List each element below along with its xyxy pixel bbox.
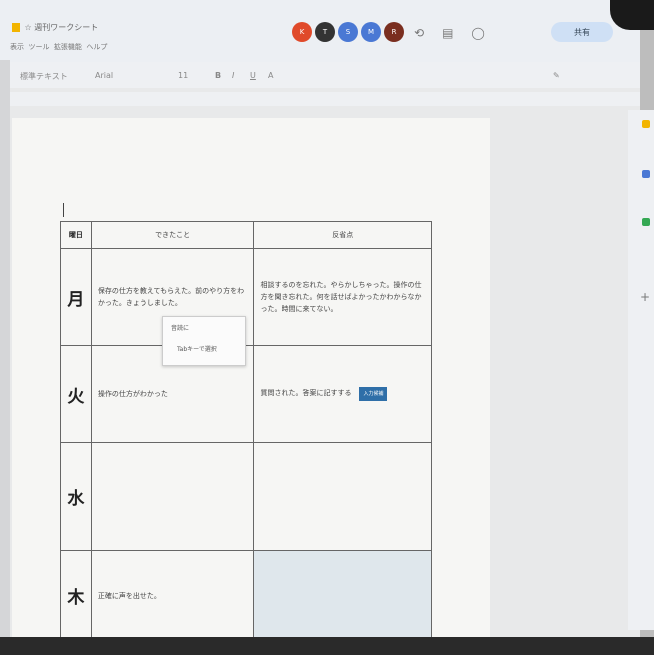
cell-text-span: 質問された。答案に記すする (260, 389, 352, 397)
style-select[interactable]: 標準テキスト (20, 71, 68, 82)
device-frame-corner (610, 0, 654, 30)
header-done: できたこと (90, 221, 255, 249)
cell-text: 保存の仕方を教えてもらえた。前のやり方をわかった。きょうしました。 (97, 287, 245, 307)
doc-title[interactable]: 週刊ワークシート (34, 23, 98, 32)
table-row: 木 正確に声を出せた。 (60, 550, 432, 641)
top-icons: ⟲ ▤ ◯ (414, 26, 485, 40)
header-day: 曜日 (60, 221, 92, 249)
cell-text (254, 592, 431, 600)
top-bar: ☆ 週刊ワークシート 表示 ツール 拡張機能 ヘルプ K T S M R ⟲ ▤… (0, 0, 654, 62)
share-button[interactable]: 共有 (551, 22, 613, 42)
device-frame-bottom (0, 637, 654, 655)
table-header-row: 曜日 できたこと 反省点 (60, 221, 432, 249)
suggestion-item[interactable]: 音読に (163, 317, 245, 338)
add-icon[interactable]: + (640, 290, 650, 304)
day-cell: 木 (60, 550, 92, 641)
avatar[interactable]: T (315, 22, 335, 42)
collaborator-avatars: K T S M R (292, 22, 404, 42)
reflection-cell[interactable] (253, 442, 432, 551)
italic-icon[interactable]: I (232, 71, 234, 80)
suggestion-popup: 音読に Tabキーで選択 (162, 316, 246, 366)
day-cell: 水 (60, 442, 92, 551)
menu-bar: 表示 ツール 拡張機能 ヘルプ (10, 42, 107, 52)
menu-tools[interactable]: ツール (28, 43, 49, 51)
cell-text (92, 493, 254, 501)
avatar[interactable]: S (338, 22, 358, 42)
comment-icon[interactable]: ▤ (442, 26, 453, 40)
day-cell: 火 (60, 345, 92, 443)
suggestion-hint: Tabキーで選択 (177, 346, 217, 353)
cell-text: 相談するのを忘れた。やらかしちゃった。操作の仕方を聞き忘れた。何を話せばよかった… (260, 281, 422, 313)
header-reflection: 反省点 (253, 221, 432, 249)
day-cell: 月 (60, 248, 92, 346)
cell-text: 質問された。答案に記すする 入力候補 (254, 383, 431, 405)
history-icon[interactable]: ⟲ (414, 26, 424, 40)
schedule-table: 曜日 できたこと 反省点 月 保存の仕方を教えてもらえた。前のやり方をわかった。… (60, 221, 432, 641)
suggestion-badge[interactable]: 入力候補 (359, 387, 388, 401)
text-color-icon[interactable]: A (268, 71, 273, 80)
avatar[interactable]: M (361, 22, 381, 42)
avatar[interactable]: K (292, 22, 312, 42)
ruler[interactable] (0, 92, 640, 106)
text-cursor (63, 203, 64, 217)
table-row: 水 (60, 442, 432, 551)
star-icon[interactable]: ☆ (25, 23, 32, 32)
cell-text: 正確に声を出せた。 (97, 591, 161, 600)
table-row: 月 保存の仕方を教えてもらえた。前のやり方をわかった。きょうしました。 相談する… (60, 248, 432, 346)
bold-icon[interactable]: B (215, 71, 221, 80)
format-toolbar: 標準テキスト Arial 11 B I U A ✎ (0, 62, 640, 88)
reflection-cell[interactable]: 相談するのを忘れた。やらかしちゃった。操作の仕方を聞き忘れた。何を話せばよかった… (253, 248, 432, 346)
tasks-icon[interactable] (642, 170, 650, 178)
keep-icon[interactable] (642, 120, 650, 128)
meet-icon[interactable]: ◯ (471, 26, 484, 40)
font-select[interactable]: Arial (95, 71, 113, 80)
doc-icon (12, 23, 20, 32)
maps-icon[interactable] (642, 218, 650, 226)
avatar[interactable]: R (384, 22, 404, 42)
underline-icon[interactable]: U (250, 71, 256, 80)
menu-view[interactable]: 表示 (10, 43, 24, 51)
menu-help[interactable]: ヘルプ (86, 43, 107, 51)
done-cell[interactable] (90, 442, 255, 551)
font-size[interactable]: 11 (178, 71, 188, 80)
done-cell[interactable]: 正確に声を出せた。 (90, 550, 255, 641)
share-label: 共有 (574, 27, 590, 37)
cell-text (254, 493, 431, 501)
table-row: 火 操作の仕方がわかった 質問された。答案に記すする 入力候補 (60, 345, 432, 443)
title-area: ☆ 週刊ワークシート (10, 22, 98, 33)
left-edge (0, 60, 10, 640)
cell-text: 操作の仕方がわかった (97, 390, 168, 398)
edit-mode-icon[interactable]: ✎ (553, 71, 560, 80)
menu-extensions[interactable]: 拡張機能 (54, 43, 82, 51)
reflection-cell[interactable] (253, 550, 432, 641)
side-panel: + (628, 110, 654, 630)
reflection-cell[interactable]: 質問された。答案に記すする 入力候補 (253, 345, 432, 443)
